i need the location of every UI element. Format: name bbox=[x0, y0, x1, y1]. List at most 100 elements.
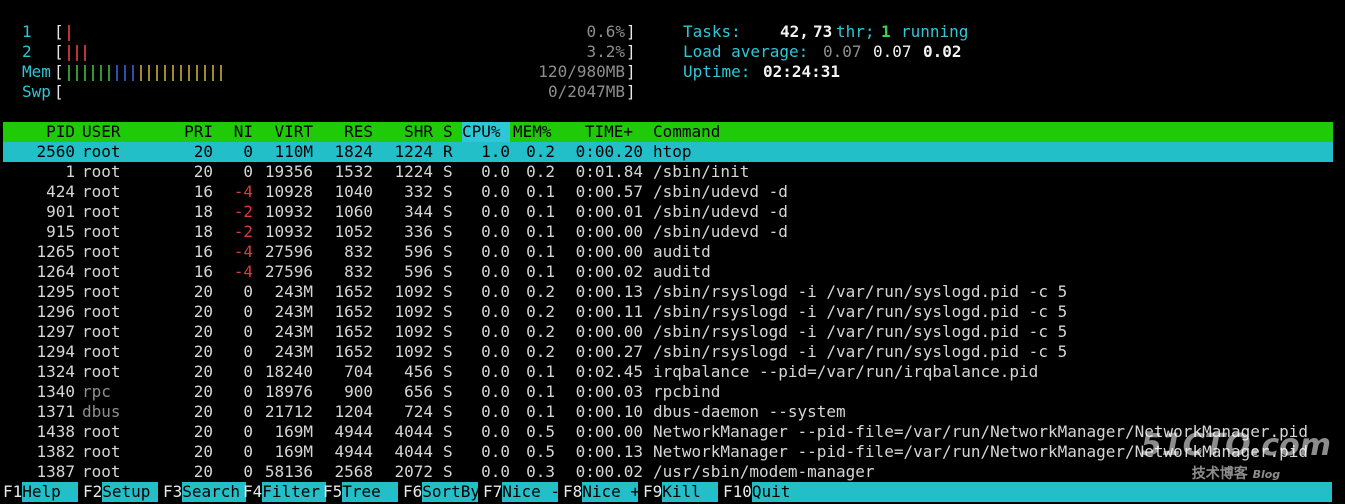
function-key-bar: F1Help F2Setup F3Search F4Filter F5Tree F6Sor… bbox=[3, 482, 1333, 502]
fkey-help[interactable]: F1Help bbox=[3, 482, 79, 502]
cell-res: 4944 bbox=[334, 422, 373, 441]
cell-ni: -4 bbox=[233, 182, 253, 201]
process-row[interactable]: 1371 dbus 20 0 21712 1204 724 S 0.0 0.1 0:00.10 dbu… bbox=[3, 402, 1333, 422]
col-shr[interactable]: SHR bbox=[378, 122, 433, 142]
cell-virt: 243M bbox=[274, 342, 313, 361]
swp-value: 0/2047MB bbox=[547, 82, 625, 101]
cell-virt: 10932 bbox=[264, 202, 313, 221]
fkey-search[interactable]: F3Search bbox=[163, 482, 247, 502]
cell-user: root bbox=[82, 262, 121, 281]
cell-res: 704 bbox=[344, 362, 373, 381]
cell-virt: 27596 bbox=[264, 242, 313, 261]
cell-user: rpc bbox=[82, 382, 111, 401]
process-row[interactable]: 1294 root 20 0 243M 1652 1092 S 0.0 0.2 0:00.27/sb… bbox=[3, 342, 1333, 362]
cell-pri: 20 bbox=[193, 382, 213, 401]
cell-pid: 2560 bbox=[36, 142, 75, 161]
col-pid[interactable]: PID bbox=[3, 122, 75, 142]
fkey-filter[interactable]: F4Filter bbox=[243, 482, 327, 502]
cell-ni: 0 bbox=[243, 342, 253, 361]
cell-pid: 901 bbox=[46, 202, 75, 221]
cell-pid: 1371 bbox=[36, 402, 75, 421]
process-row[interactable]: 424 root 16 -4 10928 1040 332 S 0.0 0.1 0:00.57/sb… bbox=[3, 182, 1333, 202]
process-row[interactable]: 1265 root 16 -4 27596 832 596 S 0.0 0.1 0:00.00 aud… bbox=[3, 242, 1333, 262]
col-command[interactable]: Command bbox=[653, 122, 720, 142]
fkey-setup[interactable]: F2Setup bbox=[83, 482, 159, 502]
process-row[interactable]: 2560 root 20 0 110M 1824 1224 R 1.0 0.2 0:00.20 hto… bbox=[3, 142, 1333, 162]
cell-cpu: 0.0 bbox=[481, 342, 510, 361]
process-row[interactable]: 1297 root 20 0 243M 1652 1092 S 0.0 0.2 0:00.00/sb… bbox=[3, 322, 1333, 342]
col-ni[interactable]: NI bbox=[218, 122, 253, 142]
cell-pri: 16 bbox=[193, 182, 213, 201]
cell-virt: 18976 bbox=[264, 382, 313, 401]
cell-ni: 0 bbox=[243, 162, 253, 181]
cell-res: 1652 bbox=[334, 282, 373, 301]
cell-pri: 20 bbox=[193, 422, 213, 441]
cell-time: 0:00.00 bbox=[575, 222, 643, 241]
fkey-key: F5 bbox=[323, 482, 343, 501]
process-row[interactable]: 1296 root 20 0 243M 1652 1092 S 0.0 0.2 0:00.11/sb… bbox=[3, 302, 1333, 322]
cell-res: 2568 bbox=[334, 462, 373, 481]
col-time[interactable]: TIME+ bbox=[563, 122, 633, 142]
cpu2-label: 2 bbox=[22, 42, 32, 61]
cell-user: root bbox=[82, 202, 121, 221]
fkey-kill[interactable]: F9Kill bbox=[643, 482, 719, 502]
cell-virt: 58136 bbox=[264, 462, 313, 481]
fkey-key: F3 bbox=[163, 482, 183, 501]
running-label: running bbox=[901, 22, 969, 41]
cell-user: root bbox=[82, 142, 121, 161]
col-virt[interactable]: VIRT bbox=[258, 122, 313, 142]
cpu1-meter: 1 [ 0.6% ] bbox=[22, 22, 636, 41]
load-5min: 0.07 bbox=[873, 42, 912, 61]
cell-pid: 1296 bbox=[36, 302, 75, 321]
fkey-label: Kill bbox=[662, 482, 719, 502]
cell-mem: 0.2 bbox=[526, 162, 555, 181]
process-row[interactable]: 1295 root 20 0 243M 1652 1092 S 0.0 0.2 0:00.13/sb… bbox=[3, 282, 1333, 302]
fkey-tree[interactable]: F5Tree bbox=[323, 482, 399, 502]
cell-command: dbus-daemon --system bbox=[653, 402, 846, 421]
cell-shr: 1224 bbox=[394, 142, 433, 161]
col-state[interactable]: S bbox=[443, 122, 453, 142]
cell-pid: 1340 bbox=[36, 382, 75, 401]
fkey-quit[interactable]: F10Quit bbox=[723, 482, 1332, 502]
cell-virt: 21712 bbox=[264, 402, 313, 421]
cell-time: 0:00.13 bbox=[575, 442, 643, 461]
col-mem[interactable]: MEM% bbox=[513, 122, 552, 142]
cell-state: S bbox=[443, 442, 453, 461]
cell-res: 1824 bbox=[334, 142, 373, 161]
cpu2-bar bbox=[68, 42, 92, 62]
cell-user: root bbox=[82, 282, 121, 301]
fkey-niceminus[interactable]: F7Nice - bbox=[483, 482, 560, 502]
col-cpu[interactable]: CPU% bbox=[462, 122, 510, 142]
process-row[interactable]: 1438 root 20 0 169M 4944 4044 S 0.0 0.5 0:00.00 Net… bbox=[3, 422, 1333, 442]
cell-pri: 20 bbox=[193, 162, 213, 181]
cell-mem: 0.3 bbox=[526, 462, 555, 481]
process-row[interactable]: 1340 rpc 20 0 18976 900 656 S 0.0 0.1 0:00.03 rpcbi… bbox=[3, 382, 1333, 402]
fkey-niceplus[interactable]: F8Nice + bbox=[563, 482, 640, 502]
cell-virt: 169M bbox=[274, 422, 313, 441]
process-row[interactable]: 1264 root 16 -4 27596 832 596 S 0.0 0.1 0:00.02 aud… bbox=[3, 262, 1333, 282]
process-row[interactable]: 1324 root 20 0 18240 704 456 S 0.0 0.1 0:02.45 irqb… bbox=[3, 362, 1333, 382]
cell-shr: 656 bbox=[404, 382, 433, 401]
cell-state: S bbox=[443, 402, 453, 421]
cell-command: /sbin/udevd -d bbox=[653, 222, 788, 241]
cell-mem: 0.5 bbox=[526, 442, 555, 461]
cell-shr: 2072 bbox=[394, 462, 433, 481]
cell-cpu: 0.0 bbox=[481, 302, 510, 321]
cell-res: 1532 bbox=[334, 162, 373, 181]
fkey-key: F2 bbox=[83, 482, 103, 501]
process-row[interactable]: 901 root 18 -2 10932 1060 344 S 0.0 0.1 0:00.01/sb… bbox=[3, 202, 1333, 222]
watermark-blog: Blog bbox=[1252, 468, 1281, 481]
col-res[interactable]: RES bbox=[318, 122, 373, 142]
cell-user: root bbox=[82, 162, 121, 181]
col-pri[interactable]: PRI bbox=[153, 122, 213, 142]
process-row[interactable]: 915 root 18 -2 10932 1052 336 S 0.0 0.1 0:00.00/sb… bbox=[3, 222, 1333, 242]
cpu2-value: 3.2% bbox=[586, 42, 625, 61]
process-row[interactable]: 1 root 20 0 19356 1532 1224 S 0.0 0.2 0:01.84/sbin… bbox=[3, 162, 1333, 182]
process-row[interactable]: 1382 root 20 0 169M 4944 4044 S 0.0 0.5 0:00.13 Net… bbox=[3, 442, 1333, 462]
cell-shr: 4044 bbox=[394, 442, 433, 461]
process-row[interactable]: 1387 root 20 0 58136 2568 2072 S 0.0 0.3 0:00.02/u… bbox=[3, 462, 1333, 482]
cell-ni: 0 bbox=[243, 282, 253, 301]
col-user[interactable]: USER bbox=[82, 122, 121, 142]
cell-shr: 596 bbox=[404, 262, 433, 281]
fkey-sortby[interactable]: F6SortBy bbox=[403, 482, 480, 502]
